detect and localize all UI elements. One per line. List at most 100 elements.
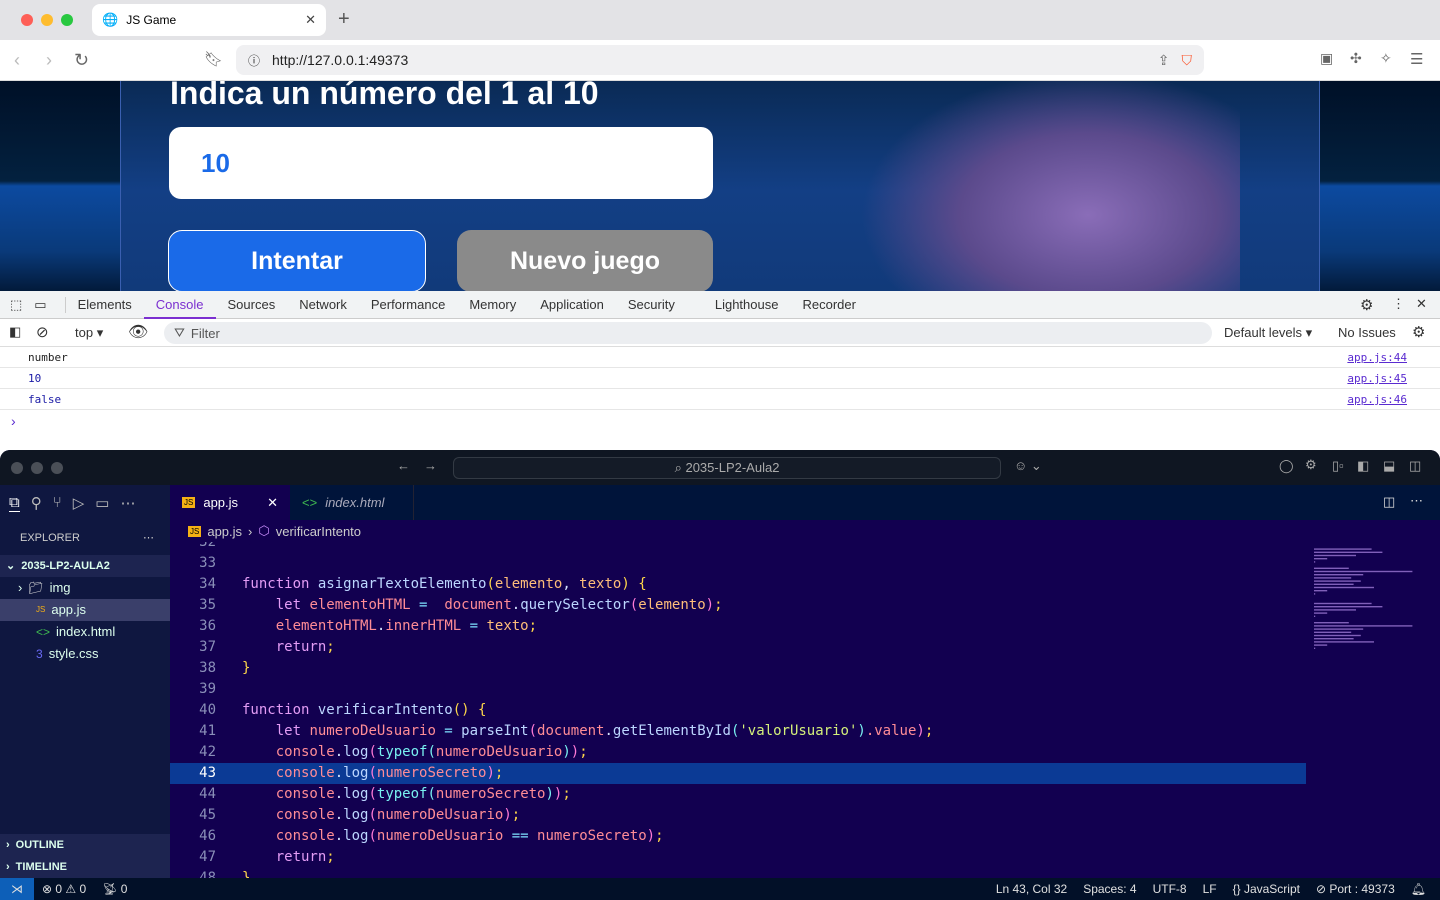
split-editor-icon[interactable]: ◫	[1383, 494, 1395, 510]
minimize-window-button[interactable]	[31, 462, 43, 474]
live-server-port[interactable]: ⊘ Port : 49373	[1308, 882, 1403, 896]
sidebar-toggle-icon[interactable]: ◧	[9, 324, 21, 340]
ports-indicator[interactable]: 📡︎ 0	[94, 882, 135, 896]
minimize-window-button[interactable]	[41, 14, 53, 26]
toggle-panel-icon[interactable]: ⬓	[1383, 458, 1395, 474]
tab-memory[interactable]: Memory	[457, 291, 528, 319]
copilot-icon[interactable]: ☺︎ ⌄	[1014, 458, 1042, 474]
console-prompt[interactable]: ›	[11, 413, 16, 429]
tab-performance[interactable]: Performance	[359, 291, 457, 319]
encoding[interactable]: UTF-8	[1145, 882, 1195, 896]
log-source-link[interactable]: app.js:46	[1347, 389, 1407, 410]
filter-input[interactable]: ⛛ Filter	[164, 322, 1212, 344]
site-info-icon[interactable]: ⓘ	[248, 52, 260, 69]
tab-lighthouse[interactable]: Lighthouse	[703, 291, 791, 319]
close-devtools-icon[interactable]: ✕	[1416, 296, 1427, 312]
leo-ai-icon[interactable]: ✧	[1380, 50, 1392, 67]
indentation[interactable]: Spaces: 4	[1075, 882, 1144, 896]
tab-index-html[interactable]: <> index.html	[290, 485, 414, 520]
breadcrumb-symbol[interactable]: verificarIntento	[276, 524, 361, 539]
file-tree-item[interactable]: › 📁︎ img	[0, 577, 170, 599]
source-control-icon[interactable]: ⑂	[53, 494, 62, 511]
clear-console-icon[interactable]: ⊘	[36, 323, 49, 341]
account-icon[interactable]: ◯	[1279, 458, 1294, 474]
timeline-section[interactable]: › TIMELINE	[0, 856, 170, 878]
folder-root[interactable]: ⌄ 2035-LP2-AULA2	[0, 555, 170, 577]
number-input[interactable]	[169, 127, 713, 199]
close-window-button[interactable]	[21, 14, 33, 26]
browser-tab[interactable]: 🌐 JS Game ✕	[92, 4, 326, 36]
code-editor[interactable]: 32 33 34 function asignarTextoElemento(elem…	[170, 542, 1425, 878]
inspect-element-icon[interactable]: ⬚	[0, 297, 30, 313]
function-symbol-icon: ⬡	[258, 523, 270, 538]
brave-shield-icon[interactable]: ⛉	[1182, 52, 1193, 69]
issues-button[interactable]: No Issues	[1338, 325, 1396, 340]
share-icon[interactable]: ⇪	[1158, 52, 1170, 69]
new-tab-button[interactable]: +	[338, 8, 350, 31]
code-line: 39	[170, 679, 1306, 700]
file-tree-item[interactable]: <> index.html	[0, 621, 170, 643]
bookmark-icon[interactable]: 🔖︎	[204, 50, 223, 68]
extensions-icon[interactable]: ✣	[1350, 50, 1362, 67]
close-tab-icon[interactable]: ✕	[267, 495, 278, 511]
console-settings-icon[interactable]: ⚙	[1412, 323, 1425, 341]
tab-console[interactable]: Console	[143, 291, 216, 319]
breadcrumb-file[interactable]: app.js	[207, 524, 242, 539]
settings-icon[interactable]: ⚙	[1360, 296, 1373, 314]
live-expression-eye-icon[interactable]: 👁︎	[128, 322, 148, 342]
minimap-line	[1314, 628, 1364, 630]
tab-application[interactable]: Application	[528, 291, 616, 319]
file-tree-item[interactable]: 3 style.css	[0, 643, 170, 665]
picture-in-picture-icon[interactable]: ▣	[1320, 50, 1333, 67]
more-views-icon[interactable]: ⋯	[120, 494, 135, 512]
more-options-icon[interactable]: ⋮	[1392, 296, 1405, 312]
problems-indicator[interactable]: ⊗ 0 ⚠ 0	[34, 882, 94, 896]
back-arrow-icon[interactable]: ←	[397, 458, 410, 473]
new-game-button[interactable]: Nuevo juego	[457, 230, 713, 291]
log-source-link[interactable]: app.js:45	[1347, 368, 1407, 389]
cursor-position[interactable]: Ln 43, Col 32	[988, 882, 1075, 896]
forward-icon[interactable]: ›	[46, 50, 52, 71]
log-levels-dropdown[interactable]: Default levels ▾	[1224, 325, 1312, 341]
tab-app-js[interactable]: JS app.js ✕	[170, 485, 290, 520]
notifications-bell-icon[interactable]: 🔔︎	[1403, 882, 1440, 896]
back-icon[interactable]: ‹	[14, 50, 20, 71]
editor-more-icon[interactable]: ⋯	[1410, 493, 1423, 509]
toggle-primary-sidebar-icon[interactable]: ◧	[1357, 458, 1369, 474]
line-ending[interactable]: LF	[1195, 882, 1225, 896]
device-toolbar-icon[interactable]: ▭	[30, 296, 66, 313]
customize-layout-icon[interactable]: ▯▫	[1332, 458, 1344, 474]
command-center-search[interactable]: ⌕ 2035-LP2-Aula2	[453, 457, 1001, 479]
remote-explorer-icon[interactable]: ▭	[95, 494, 109, 512]
maximize-window-button[interactable]	[61, 14, 73, 26]
forward-arrow-icon[interactable]: →	[424, 458, 437, 473]
close-window-button[interactable]	[11, 462, 23, 474]
remote-indicator-icon[interactable]: ⋊	[0, 878, 34, 900]
minimap[interactable]	[1310, 542, 1425, 662]
close-tab-icon[interactable]: ✕	[305, 12, 316, 28]
menu-icon[interactable]: ☰	[1410, 50, 1423, 68]
maximize-window-button[interactable]	[51, 462, 63, 474]
code-text: function asignarTextoElemento(elemento, …	[242, 574, 647, 595]
line-number: 32	[199, 542, 216, 550]
settings-gear-icon[interactable]: ⚙	[1305, 457, 1317, 473]
language-mode[interactable]: {} JavaScript	[1225, 882, 1308, 896]
tab-security[interactable]: Security	[616, 291, 687, 319]
tab-network[interactable]: Network	[287, 291, 359, 319]
tab-sources[interactable]: Sources	[216, 291, 288, 319]
try-button[interactable]: Intentar	[168, 230, 426, 291]
minimap-line	[1314, 567, 1349, 569]
tab-recorder[interactable]: Recorder	[790, 291, 867, 319]
log-source-link[interactable]: app.js:44	[1347, 347, 1407, 368]
toggle-secondary-sidebar-icon[interactable]: ◫	[1409, 458, 1421, 474]
search-icon[interactable]: ⚲	[31, 494, 42, 512]
reload-icon[interactable]: ↻	[74, 50, 89, 71]
run-debug-icon[interactable]: ▷	[73, 494, 85, 512]
tab-elements[interactable]: Elements	[66, 291, 144, 319]
url-field[interactable]: ⓘ http://127.0.0.1:49373 ⇪ ⛉	[236, 45, 1204, 75]
explorer-more-icon[interactable]: ⋯	[143, 527, 170, 549]
context-selector[interactable]: top ▾	[75, 325, 103, 341]
explorer-icon[interactable]: ⧉	[9, 494, 20, 512]
file-tree-item[interactable]: JS app.js	[0, 599, 170, 621]
outline-section[interactable]: › OUTLINE	[0, 834, 170, 856]
